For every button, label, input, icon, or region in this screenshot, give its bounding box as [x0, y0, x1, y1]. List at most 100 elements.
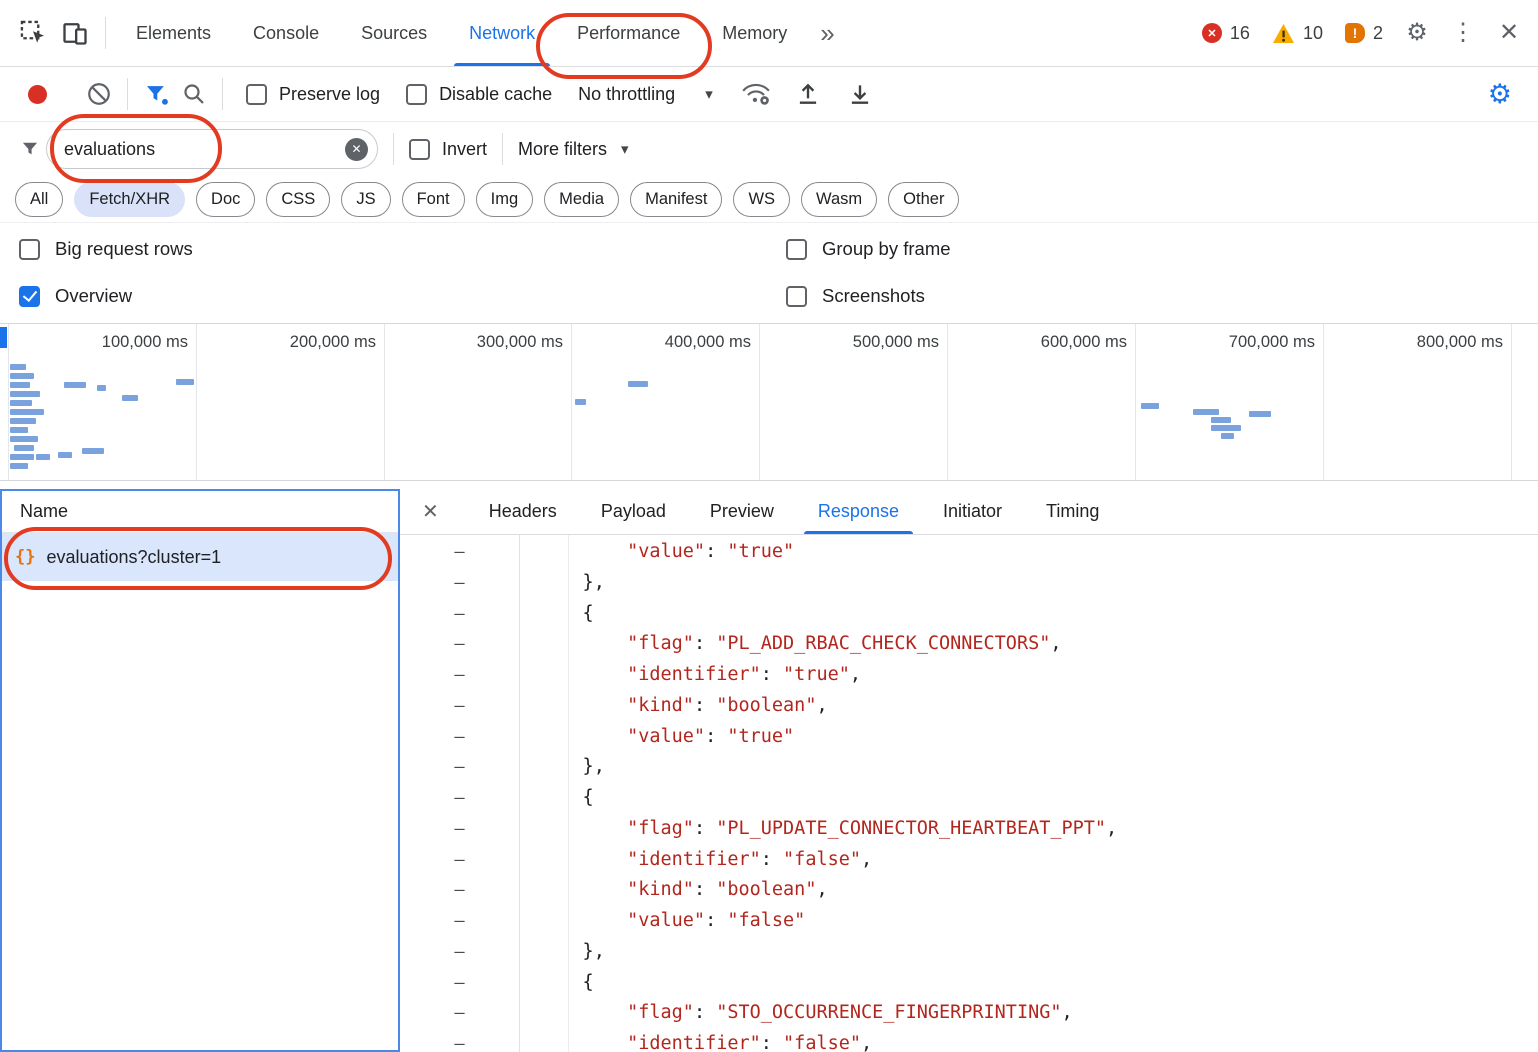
- request-bar: [10, 454, 34, 460]
- response-code-line: "value": "true": [538, 722, 1117, 753]
- devtools-window: ElementsConsoleSourcesNetworkPerformance…: [0, 0, 1538, 1052]
- filter-chip-css[interactable]: CSS: [266, 182, 330, 217]
- checkbox-unchecked-icon: [786, 239, 807, 260]
- import-har-button[interactable]: [789, 75, 827, 113]
- filter-chip-media[interactable]: Media: [544, 182, 619, 217]
- response-viewer[interactable]: ––––––––––––––––– "value": "true" }, { "…: [400, 535, 1538, 1052]
- export-har-button[interactable]: [841, 75, 879, 113]
- big-request-rows-checkbox[interactable]: Big request rows: [19, 238, 193, 260]
- filter-chip-other[interactable]: Other: [888, 182, 959, 217]
- tab-performance[interactable]: Performance: [556, 0, 701, 66]
- close-icon: ✕: [1499, 21, 1519, 45]
- tab-network[interactable]: Network: [448, 0, 556, 66]
- network-filter-row: evaluations ✕ Invert More filters ▾: [0, 122, 1538, 176]
- checkbox-checked-icon: [19, 286, 40, 307]
- throttling-value: No throttling: [578, 84, 675, 105]
- clear-network-log-button[interactable]: [80, 75, 118, 113]
- detail-tab-timing[interactable]: Timing: [1024, 489, 1121, 534]
- filter-chip-doc[interactable]: Doc: [196, 182, 255, 217]
- gutter-line-marker: –: [400, 814, 519, 845]
- tab-memory[interactable]: Memory: [701, 0, 808, 66]
- response-code-line: "flag": "STO_OCCURRENCE_FINGERPRINTING",: [538, 998, 1117, 1029]
- console-errors-badge[interactable]: ✕ 16: [1193, 23, 1259, 44]
- detail-tab-preview[interactable]: Preview: [688, 489, 796, 534]
- checkbox-unchecked-icon: [19, 239, 40, 260]
- request-bar: [64, 382, 86, 388]
- screenshots-checkbox[interactable]: Screenshots: [786, 285, 925, 307]
- filter-chip-wasm[interactable]: Wasm: [801, 182, 877, 217]
- requests-table-panel: Name {}evaluations?cluster=1: [0, 489, 400, 1052]
- filter-chip-img[interactable]: Img: [476, 182, 534, 217]
- gutter-line-marker: –: [400, 660, 519, 691]
- tab-elements[interactable]: Elements: [115, 0, 232, 66]
- filter-chip-js[interactable]: JS: [341, 182, 390, 217]
- filter-chip-ws[interactable]: WS: [733, 182, 790, 217]
- close-detail-icon[interactable]: ✕: [422, 499, 439, 524]
- issues-badge[interactable]: ! 2: [1336, 23, 1392, 44]
- settings-button[interactable]: ⚙: [1396, 12, 1438, 54]
- kebab-menu-icon: ⋮: [1451, 21, 1475, 45]
- request-bar: [575, 399, 586, 405]
- gutter-line-marker: –: [400, 722, 519, 753]
- gutter-line-marker: –: [400, 968, 519, 999]
- device-toolbar-toggle-button[interactable]: [54, 12, 96, 54]
- filter-toggle-button[interactable]: [137, 75, 175, 113]
- filter-chip-font[interactable]: Font: [402, 182, 465, 217]
- detail-tab-payload[interactable]: Payload: [579, 489, 688, 534]
- device-toolbar-icon: [61, 19, 89, 47]
- tab-console[interactable]: Console: [232, 0, 340, 66]
- name-column-header[interactable]: Name: [2, 491, 398, 533]
- funnel-small-icon: [20, 139, 40, 159]
- close-devtools-button[interactable]: ✕: [1488, 12, 1530, 54]
- request-row[interactable]: {}evaluations?cluster=1: [2, 533, 398, 581]
- detail-tab-response[interactable]: Response: [796, 489, 921, 534]
- response-code-line: "value": "true": [538, 537, 1117, 568]
- gutter-line-marker: –: [400, 998, 519, 1029]
- request-bar: [176, 379, 194, 385]
- preserve-log-checkbox[interactable]: Preserve log: [246, 84, 380, 105]
- throttling-select[interactable]: No throttling ▾: [578, 84, 713, 105]
- overview-selection-handle[interactable]: [0, 327, 7, 348]
- network-overview-timeline[interactable]: 100,000 ms200,000 ms300,000 ms400,000 ms…: [0, 323, 1538, 481]
- request-bar: [10, 409, 44, 415]
- filter-text-input[interactable]: evaluations ✕: [46, 129, 378, 169]
- network-settings-button[interactable]: ⚙: [1488, 79, 1522, 110]
- request-bar: [1211, 417, 1231, 423]
- preserve-log-label: Preserve log: [279, 84, 380, 105]
- tab-sources[interactable]: Sources: [340, 0, 448, 66]
- more-options-button[interactable]: ⋮: [1442, 12, 1484, 54]
- response-code-line: "flag": "PL_UPDATE_CONNECTOR_HEARTBEAT_P…: [538, 814, 1117, 845]
- detail-tab-headers[interactable]: Headers: [467, 489, 579, 534]
- more-filters-button[interactable]: More filters ▾: [518, 139, 629, 160]
- gutter-line-marker: –: [400, 752, 519, 783]
- network-conditions-button[interactable]: [737, 75, 775, 113]
- more-panels-button[interactable]: »: [808, 18, 846, 49]
- detail-tab-initiator[interactable]: Initiator: [921, 489, 1024, 534]
- filter-chip-fetch-xhr[interactable]: Fetch/XHR: [74, 182, 185, 217]
- timeline-gridline: [1323, 324, 1324, 480]
- response-code-line: "identifier": "true",: [538, 660, 1117, 691]
- disable-cache-checkbox[interactable]: Disable cache: [406, 84, 552, 105]
- timeline-tick-label: 300,000 ms: [385, 333, 563, 352]
- gutter-line-marker: –: [400, 906, 519, 937]
- request-list: {}evaluations?cluster=1: [2, 533, 398, 581]
- filter-value: evaluations: [64, 139, 155, 160]
- request-bar: [10, 418, 36, 424]
- invert-checkbox[interactable]: Invert: [409, 139, 487, 160]
- issue-icon: !: [1345, 23, 1365, 43]
- group-by-frame-label: Group by frame: [822, 238, 951, 260]
- record-network-log-button[interactable]: [28, 85, 47, 104]
- inspect-element-button[interactable]: [12, 12, 54, 54]
- clear-filter-button[interactable]: ✕: [345, 138, 368, 161]
- json-braces-icon: {}: [15, 547, 35, 567]
- search-network-button[interactable]: [175, 75, 213, 113]
- console-warnings-badge[interactable]: 10: [1263, 23, 1332, 44]
- overview-checkbox[interactable]: Overview: [19, 285, 132, 307]
- request-bar: [82, 448, 104, 454]
- error-count: 16: [1230, 23, 1250, 44]
- gutter-line-marker: –: [400, 783, 519, 814]
- group-by-frame-checkbox[interactable]: Group by frame: [786, 238, 951, 260]
- filter-chip-all[interactable]: All: [15, 182, 63, 217]
- filter-chip-manifest[interactable]: Manifest: [630, 182, 722, 217]
- request-bar: [1211, 425, 1241, 431]
